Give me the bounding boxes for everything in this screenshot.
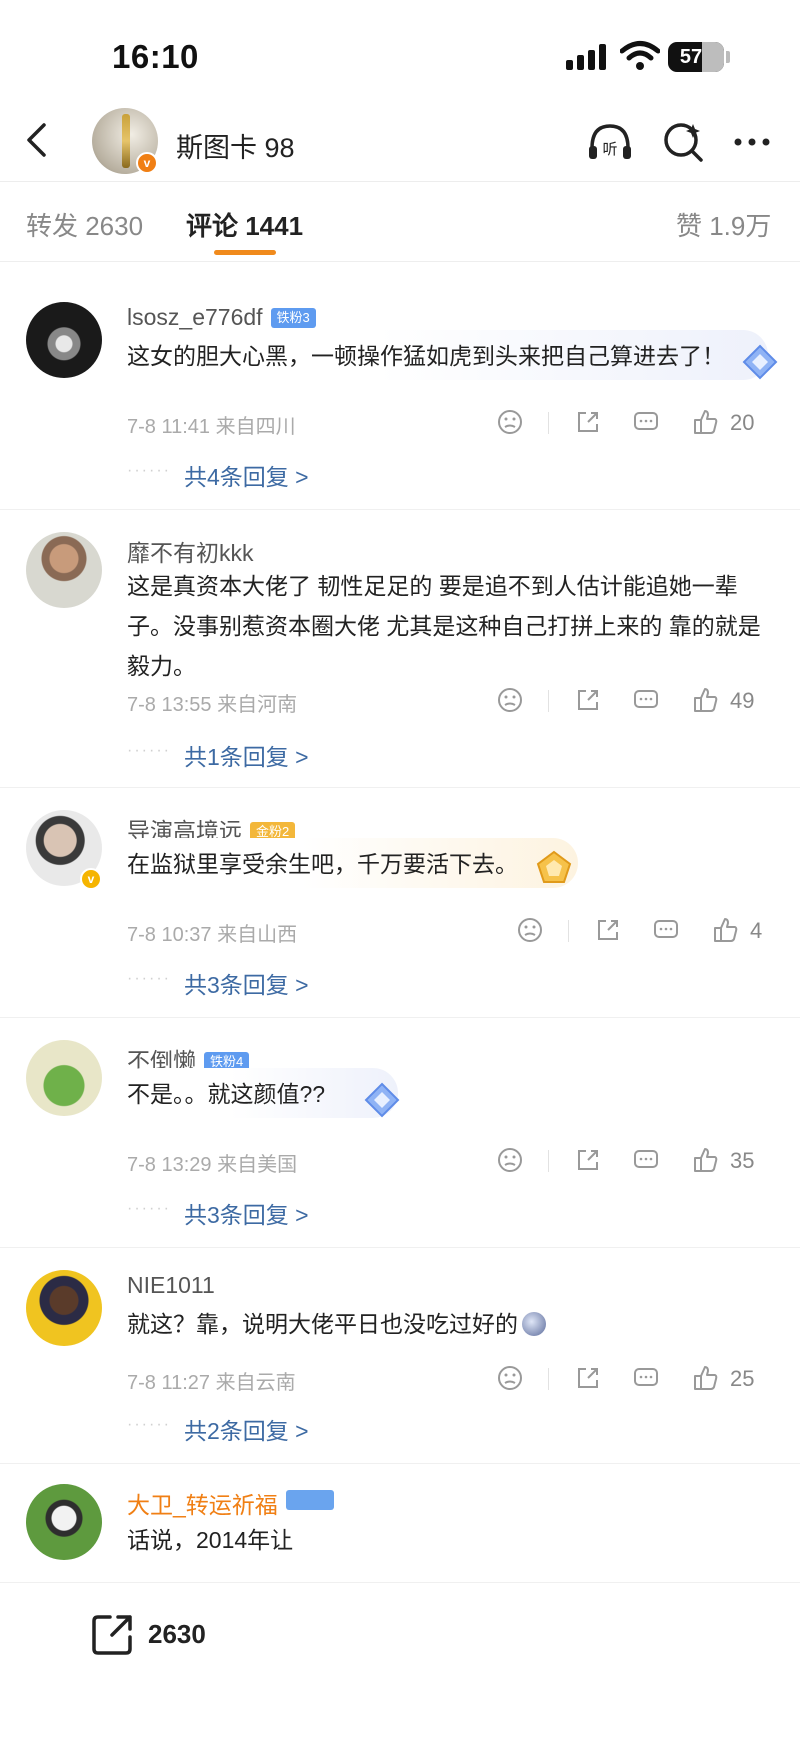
- status-bar: 16:10 57: [0, 0, 800, 110]
- comment-meta: 7-8 11:41 来自四川: [127, 416, 296, 438]
- share-icon[interactable]: [594, 916, 622, 944]
- comment-item: v 导演高境远 金粉2 在监狱里享受余生吧，千万要活下去。 7-8 10:37 来…: [0, 788, 800, 1018]
- reply-divider: ······: [127, 742, 171, 759]
- share-icon[interactable]: [574, 1364, 602, 1392]
- like-count: 4: [750, 918, 763, 943]
- comment-actions: 35: [496, 1146, 776, 1178]
- comment-text: 在监狱里享受余生吧，千万要活下去。: [127, 851, 518, 877]
- bottom-action-bar: 2630: [0, 1582, 800, 1739]
- comment-item: NIE1011 就这？靠，说明大佬平日也没吃过好的 7-8 11:27 来自云南…: [0, 1248, 800, 1464]
- listen-icon[interactable]: 听: [586, 118, 634, 166]
- like-count: 25: [730, 1366, 755, 1391]
- like-count: 35: [730, 1148, 755, 1173]
- feed-tabs: 转发 2630 评论 1441 赞 1.9万: [0, 182, 800, 262]
- commenter-avatar[interactable]: [26, 532, 102, 608]
- dislike-icon[interactable]: [516, 916, 544, 944]
- verified-badge-icon: v: [80, 868, 102, 890]
- like-icon[interactable]: [692, 408, 720, 436]
- repost-icon[interactable]: [90, 1611, 136, 1657]
- commenter-avatar[interactable]: [26, 1270, 102, 1346]
- view-replies-link[interactable]: 共2条回复 >: [184, 1412, 309, 1446]
- comment-item: lsosz_e776df 铁粉3 这女的胆大心黑，一顿操作猛如虎到头来把自己算进去…: [0, 280, 800, 510]
- wifi-icon: [620, 41, 660, 70]
- commenter-name[interactable]: 大卫_转运祈福: [127, 1486, 334, 1520]
- dislike-icon[interactable]: [496, 1364, 524, 1392]
- tab-comments[interactable]: 评论 1441: [186, 206, 303, 243]
- comment-icon[interactable]: [632, 1364, 660, 1392]
- comment-text: 就这？靠，说明大佬平日也没吃过好的: [127, 1304, 777, 1344]
- reply-divider: ······: [127, 970, 171, 987]
- battery-level: 57: [679, 46, 703, 68]
- comment-actions: 4: [516, 916, 776, 948]
- comment-meta: 7-8 11:27 来自云南: [127, 1372, 296, 1394]
- comment-meta: 7-8 13:29 来自美国: [127, 1154, 298, 1176]
- view-replies-link[interactable]: 共3条回复 >: [184, 1196, 309, 1230]
- active-tab-indicator: [214, 250, 276, 255]
- like-count: 20: [730, 410, 755, 435]
- comment-actions: 25: [496, 1364, 776, 1396]
- comment-icon[interactable]: [632, 686, 660, 714]
- comment-meta: 7-8 10:37 来自山西: [127, 924, 298, 946]
- comment-icon[interactable]: [652, 916, 680, 944]
- comment-item: 大卫_转运祈福 话说，2014年让: [0, 1464, 800, 1582]
- verified-badge-icon: v: [136, 152, 158, 174]
- like-icon[interactable]: [692, 1146, 720, 1174]
- reply-divider: ······: [127, 1200, 171, 1217]
- share-icon[interactable]: [574, 686, 602, 714]
- comment-item: 靡不有初kkk 这是真资本大佬了 韧性足足的 要是追不到人估计能追她一辈子。没事…: [0, 510, 800, 788]
- top-navigation-bar: v 斯图卡 98 听: [0, 100, 800, 182]
- status-time: 16:10: [112, 38, 199, 75]
- commenter-name[interactable]: lsosz_e776df 铁粉3: [127, 304, 316, 331]
- comment-actions: 20: [496, 408, 776, 440]
- fan-badge: [285, 1490, 334, 1510]
- reply-divider: ······: [127, 462, 171, 479]
- tab-reposts[interactable]: 转发 2630: [26, 206, 143, 243]
- battery-icon: 57: [668, 42, 724, 72]
- tab-likes[interactable]: 赞 1.9万: [676, 206, 771, 243]
- commenter-name[interactable]: NIE1011: [127, 1272, 215, 1299]
- commenter-avatar[interactable]: [26, 1040, 102, 1116]
- share-icon[interactable]: [574, 1146, 602, 1174]
- commenter-avatar[interactable]: [26, 1484, 102, 1560]
- comment-text: 这是真资本大佬了 韧性足足的 要是追不到人估计能追她一辈子。没事别惹资本圈大佬 …: [127, 573, 761, 679]
- comment-actions: 49: [496, 686, 776, 718]
- search-icon[interactable]: [660, 118, 708, 166]
- like-icon[interactable]: [692, 1364, 720, 1392]
- dislike-icon[interactable]: [496, 686, 524, 714]
- comment-item: 不倒懒 铁粉4 不是。。就这颜值?? 7-8 13:29 来自美国 35 ····…: [0, 1018, 800, 1248]
- commenter-avatar[interactable]: [26, 302, 102, 378]
- comment-text: 不是。。就这颜值??: [127, 1081, 326, 1107]
- author-name[interactable]: 斯图卡 98: [176, 126, 295, 165]
- comment-text: 话说，2014年让: [127, 1527, 294, 1553]
- more-icon[interactable]: [728, 118, 776, 166]
- svg-text:听: 听: [602, 140, 617, 158]
- emoji-icon: [522, 1312, 546, 1336]
- cellular-signal-icon: [566, 44, 610, 70]
- view-replies-link[interactable]: 共4条回复 >: [184, 458, 309, 492]
- repost-count[interactable]: 2630: [148, 1619, 206, 1650]
- like-icon[interactable]: [712, 916, 740, 944]
- commenter-name[interactable]: 靡不有初kkk: [127, 534, 254, 568]
- share-icon[interactable]: [574, 408, 602, 436]
- dislike-icon[interactable]: [496, 1146, 524, 1174]
- comment-text: 这女的胆大心黑，一顿操作猛如虎到头来把自己算进去了！: [127, 343, 725, 369]
- view-replies-link[interactable]: 共3条回复 >: [184, 966, 309, 1000]
- back-icon[interactable]: [18, 120, 58, 160]
- like-count: 49: [730, 688, 755, 713]
- like-icon[interactable]: [692, 686, 720, 714]
- comment-icon[interactable]: [632, 408, 660, 436]
- view-replies-link[interactable]: 共1条回复 >: [184, 738, 309, 772]
- comment-icon[interactable]: [632, 1146, 660, 1174]
- comment-meta: 7-8 13:55 来自河南: [127, 694, 298, 716]
- fan-badge: 铁粉3: [270, 308, 316, 328]
- dislike-icon[interactable]: [496, 408, 524, 436]
- reply-divider: ······: [127, 1416, 171, 1433]
